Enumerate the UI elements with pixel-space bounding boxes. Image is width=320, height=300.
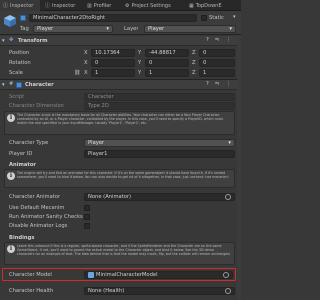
- scale-z-field[interactable]: 1: [199, 68, 235, 77]
- character-health-row: Character Health None (Health): [0, 286, 241, 295]
- scale-x-field[interactable]: 1: [91, 68, 135, 77]
- chevron-down-icon: ▾: [2, 82, 5, 88]
- rotation-z-field[interactable]: 0: [199, 58, 235, 67]
- tab-profiler[interactable]: ▥ Profiler: [84, 0, 120, 11]
- character-header[interactable]: ▾ # Character ? ⇋ ⋮: [0, 80, 237, 90]
- tab-inspector-2[interactable]: ⓘ Inspector: [42, 0, 82, 11]
- dimension-label: Character Dimension: [9, 102, 64, 109]
- layer-dropdown[interactable]: Player ▾: [144, 25, 236, 33]
- run-animator-sanity-checks-row: Run Animator Sanity Checks: [0, 213, 241, 221]
- help-icon[interactable]: ?: [206, 37, 209, 43]
- object-picker-icon[interactable]: [225, 193, 231, 200]
- character-model-row: Character Model MinimalCharacterModel: [0, 270, 241, 279]
- rotation-x-field[interactable]: 0: [91, 58, 135, 67]
- info-icon: ⓘ: [3, 3, 9, 9]
- character-animator-field[interactable]: None (Animator): [84, 192, 235, 201]
- character-animator-label: Character Animator: [9, 193, 61, 200]
- info-icon: i: [7, 245, 15, 253]
- use-default-mecanim-checkbox[interactable]: [84, 205, 90, 211]
- chevron-down-icon[interactable]: ▾: [233, 14, 236, 20]
- character-enabled-checkbox[interactable]: [16, 82, 22, 88]
- character-model-label: Character Model: [9, 271, 52, 278]
- game-icon: ▦: [189, 2, 194, 9]
- character-type-dropdown[interactable]: Player ▾: [84, 138, 235, 147]
- character-type-row: Character Type Player ▾: [0, 138, 241, 147]
- tag-dropdown[interactable]: Player ▾: [33, 25, 113, 33]
- transform-scale-row: Scale ⛓ X 1 Y 1 Z 1: [0, 68, 241, 77]
- position-x-field[interactable]: 10.17364: [91, 48, 135, 57]
- bindings-heading: Bindings: [9, 235, 35, 241]
- profiler-icon: ▥: [87, 2, 92, 9]
- object-picker-icon[interactable]: [223, 271, 229, 278]
- static-label: Static: [209, 15, 224, 21]
- character-title: Character: [25, 82, 54, 88]
- object-name-field[interactable]: MinimalCharacter2DtoRight: [29, 14, 197, 22]
- info-icon: i: [7, 114, 15, 122]
- character-help-box: i The Character script is the mandatory …: [4, 111, 235, 135]
- active-checkbox[interactable]: [20, 15, 26, 21]
- script-icon: #: [9, 81, 14, 87]
- object-picker-icon[interactable]: [225, 287, 231, 294]
- disable-animator-logs-label: Disable Animator Logs: [9, 223, 68, 229]
- disable-animator-logs-checkbox[interactable]: [84, 223, 90, 229]
- rotation-y-field[interactable]: 0: [145, 58, 189, 67]
- run-animator-sanity-checks-checkbox[interactable]: [84, 214, 90, 220]
- more-icon[interactable]: ⋮: [226, 81, 231, 87]
- animator-heading: Animator: [9, 162, 36, 168]
- player-id-field[interactable]: Player1: [84, 149, 235, 158]
- inspector-scrollbar[interactable]: [237, 35, 241, 300]
- character-health-field[interactable]: None (Health): [84, 286, 235, 295]
- transform-position-row: Position X 10.17364 Y -44.88817 Z 0: [0, 48, 241, 57]
- position-z-field[interactable]: 0: [199, 48, 235, 57]
- preset-icon[interactable]: ⇋: [215, 37, 219, 43]
- tab-bar: ⓘ Inspector ⓘ Inspector ▥ Profiler ⚙ Pro…: [0, 0, 241, 11]
- scale-y-field[interactable]: 1: [145, 68, 189, 77]
- character-type-label: Character Type: [9, 139, 49, 146]
- chevron-down-icon: ▾: [228, 139, 231, 146]
- tab-topdown[interactable]: ▦ TopDownE: [186, 0, 241, 11]
- transform-title: Transform: [18, 38, 48, 44]
- cube-icon: [3, 14, 17, 28]
- rotation-label: Rotation: [9, 59, 31, 66]
- tag-label: Tag: [20, 26, 29, 32]
- help-icon[interactable]: ?: [206, 81, 209, 87]
- static-checkbox[interactable]: [201, 15, 207, 21]
- dimension-field: Type 2D: [84, 101, 235, 110]
- info-icon: i: [7, 172, 15, 180]
- script-label: Script: [9, 93, 25, 100]
- position-y-field[interactable]: -44.88817: [145, 48, 189, 57]
- preset-icon[interactable]: ⇋: [215, 81, 219, 87]
- chevron-down-icon: ▾: [229, 26, 232, 32]
- dimension-row: Character Dimension Type 2D: [0, 101, 241, 110]
- animator-help-box: i The engine will try and find an animat…: [4, 169, 235, 188]
- player-id-row: Player ID Player1: [0, 149, 241, 158]
- scale-label: Scale: [9, 69, 23, 76]
- chevron-down-icon: ▾: [106, 26, 109, 32]
- bindings-help-box: i Leave this unbound if this is a regula…: [4, 242, 235, 265]
- tab-inspector-1[interactable]: ⓘ Inspector: [0, 0, 40, 11]
- gameobject-icon: [88, 271, 94, 278]
- player-id-label: Player ID: [9, 150, 33, 157]
- use-default-mecanim-row: Use Default Mecanim: [0, 204, 241, 212]
- position-label: Position: [9, 49, 30, 56]
- more-icon[interactable]: ⋮: [226, 37, 231, 43]
- transform-rotation-row: Rotation X 0 Y 0 Z 0: [0, 58, 241, 67]
- transform-icon: ✥: [9, 37, 14, 43]
- link-icon[interactable]: ⛓: [74, 70, 81, 76]
- tab-project-settings[interactable]: ⚙ Project Settings: [122, 0, 184, 11]
- object-header: MinimalCharacter2DtoRight Static ▾ Tag P…: [0, 11, 241, 35]
- transform-header[interactable]: ▾ ✥ Transform ? ⇋ ⋮: [0, 36, 237, 46]
- chevron-down-icon: ▾: [2, 38, 5, 44]
- script-field: Character: [84, 92, 235, 101]
- run-animator-sanity-checks-label: Run Animator Sanity Checks: [9, 214, 83, 220]
- character-model-field[interactable]: MinimalCharacterModel: [84, 270, 233, 279]
- character-animator-row: Character Animator None (Animator): [0, 192, 241, 201]
- use-default-mecanim-label: Use Default Mecanim: [9, 205, 65, 211]
- layer-label: Layer: [124, 26, 139, 32]
- gear-icon: ⚙: [125, 2, 130, 9]
- character-health-label: Character Health: [9, 287, 54, 294]
- disable-animator-logs-row: Disable Animator Logs: [0, 222, 241, 230]
- script-row: Script Character: [0, 92, 241, 101]
- info-icon: ⓘ: [45, 3, 51, 9]
